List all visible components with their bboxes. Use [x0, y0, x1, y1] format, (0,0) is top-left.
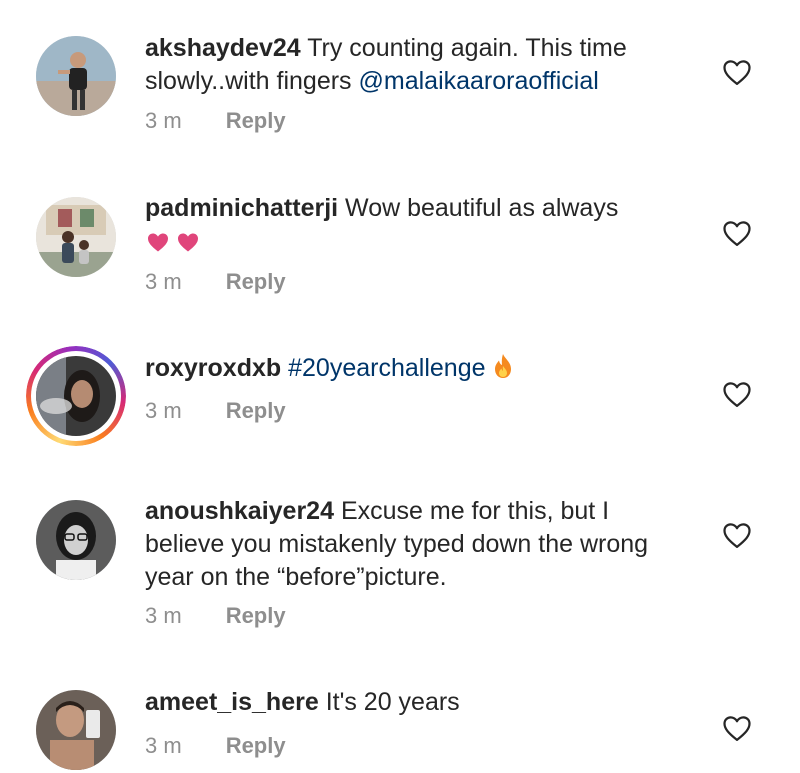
mention-link[interactable]: @malaikaaroraofficial [359, 67, 599, 95]
comment-meta: 3 m Reply [145, 733, 286, 759]
pink-heart-icon [148, 233, 168, 252]
heart-outline-icon[interactable] [722, 521, 752, 549]
comment-body: year on the “before”picture. [145, 563, 447, 591]
avatar[interactable] [36, 500, 116, 580]
heart-outline-icon[interactable] [722, 714, 752, 742]
comment-timestamp: 3 m [145, 603, 182, 628]
comment-username[interactable]: anoushkaiyer24 [145, 497, 334, 525]
reply-button[interactable]: Reply [226, 269, 286, 295]
comment-username[interactable]: roxyroxdxb [145, 354, 281, 382]
avatar [36, 356, 116, 436]
comment-body: Wow beautiful as always [345, 194, 619, 222]
comment-username[interactable]: ameet_is_here [145, 688, 319, 716]
reply-button[interactable]: Reply [226, 603, 286, 629]
comment-text: ameet_is_here It's 20 years [145, 686, 700, 719]
comment-timestamp: 3 m [145, 398, 182, 423]
avatar[interactable] [36, 690, 116, 770]
reply-button[interactable]: Reply [226, 108, 286, 134]
heart-outline-icon[interactable] [722, 58, 752, 86]
comment-username[interactable]: padminichatterji [145, 194, 338, 222]
comment-meta: 3 m Reply [145, 269, 286, 295]
reply-button[interactable]: Reply [226, 398, 286, 424]
heart-outline-icon[interactable] [722, 380, 752, 408]
comment-meta: 3 m Reply [145, 398, 286, 424]
comment-timestamp: 3 m [145, 269, 182, 294]
heart-outline-icon[interactable] [722, 219, 752, 247]
avatar[interactable] [36, 197, 116, 277]
comment-username[interactable]: akshaydev24 [145, 34, 301, 62]
comment-meta: 3 m Reply [145, 108, 286, 134]
comment-text: akshaydev24 Try counting again. This tim… [145, 32, 700, 98]
comment-body: believe you mistakenly typed down the wr… [145, 530, 649, 558]
avatar[interactable] [36, 36, 116, 116]
comment-text: padminichatterji Wow beautiful as always [145, 192, 700, 262]
comment-timestamp: 3 m [145, 733, 182, 758]
comment-body: Excuse me for this, but I [340, 497, 610, 525]
pink-heart-icon [178, 233, 198, 252]
avatar-with-story-ring[interactable] [26, 346, 126, 446]
hearts-emoji [145, 231, 201, 253]
comment-text: roxyroxdxb #20yearchallenge [145, 352, 700, 385]
reply-button[interactable]: Reply [226, 733, 286, 759]
comment-text: anoushkaiyer24 Excuse me for this, but I… [145, 495, 700, 594]
hashtag-link[interactable]: #20yearchallenge [288, 354, 485, 382]
comment-body: slowly..with fingers [145, 67, 359, 95]
comment-timestamp: 3 m [145, 108, 182, 133]
comment-body: It's 20 years [325, 688, 460, 716]
comment-meta: 3 m Reply [145, 603, 286, 629]
comment-body: Try counting again. This time [307, 34, 627, 62]
fire-emoji-icon [494, 354, 511, 378]
